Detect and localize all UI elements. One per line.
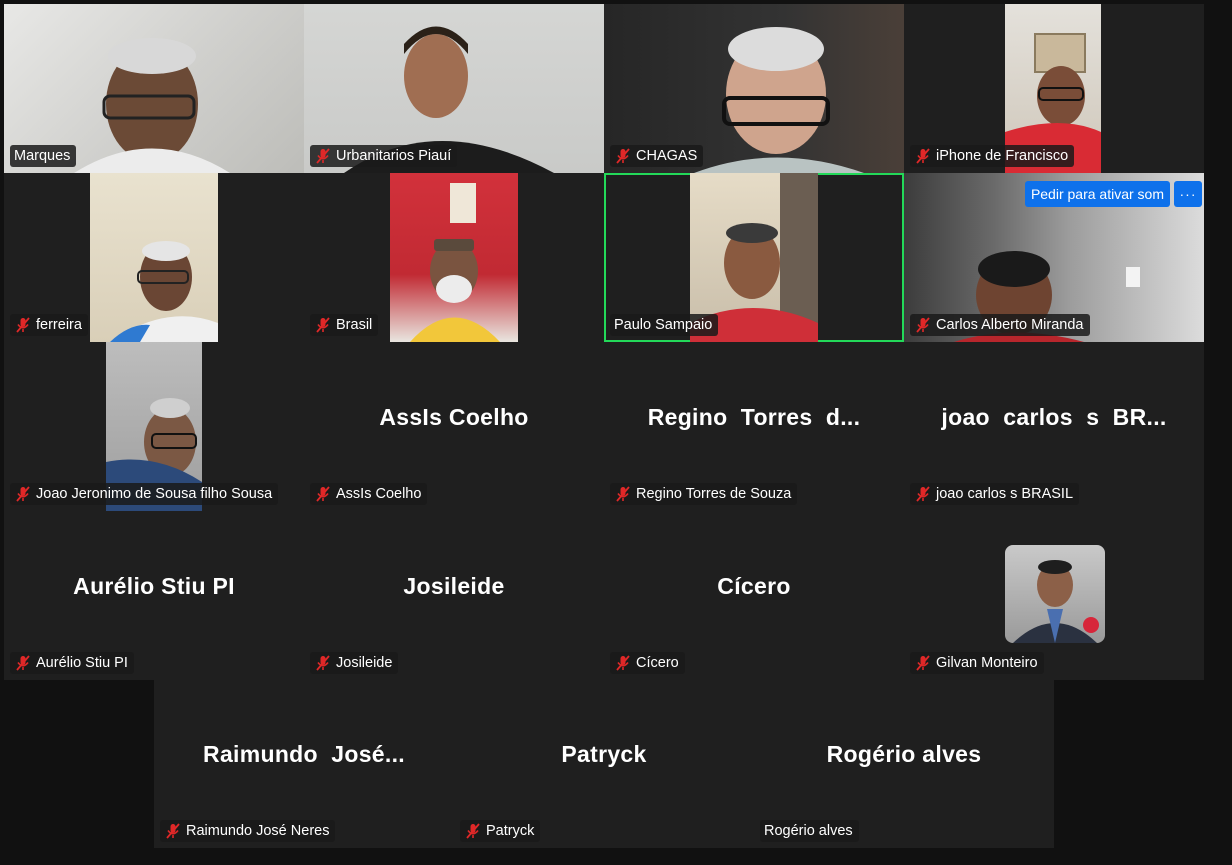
participant-display-name: Patryck bbox=[561, 741, 647, 767]
participant-name-label: Brasil bbox=[310, 314, 379, 336]
person-video bbox=[110, 241, 218, 342]
muted-mic-icon bbox=[16, 486, 30, 502]
participant-tile-joao-carlos[interactable]: joao carlos s BR... joao carlos s BRASIL bbox=[904, 342, 1204, 511]
participant-name-label: Regino Torres de Souza bbox=[610, 483, 798, 505]
participant-name-label: Urbanitarios Piauí bbox=[310, 145, 458, 167]
muted-mic-icon bbox=[916, 148, 930, 164]
participant-tile-carlos-alberto[interactable]: Pedir para ativar som ··· Carlos Alberto… bbox=[904, 173, 1204, 342]
muted-mic-icon bbox=[166, 823, 180, 839]
participant-name-label: Josileide bbox=[310, 652, 399, 674]
participant-name-label: Gilvan Monteiro bbox=[910, 652, 1044, 674]
participant-display-name: Raimundo José... bbox=[203, 741, 405, 767]
participant-name-label: Patryck bbox=[460, 820, 541, 842]
muted-mic-icon bbox=[616, 655, 630, 671]
participant-name-label: Rogério alves bbox=[760, 820, 859, 842]
participant-name-label: Raimundo José Neres bbox=[160, 820, 336, 842]
participant-tile-iphone-francisco[interactable]: iPhone de Francisco bbox=[904, 4, 1204, 173]
participant-tile-patryck[interactable]: Patryck Patryck bbox=[454, 679, 754, 848]
participant-tile-paulo-sampaio[interactable]: Paulo Sampaio bbox=[604, 173, 904, 342]
participant-name-label: Joao Jeronimo de Sousa filho Sousa bbox=[10, 483, 279, 505]
video-feed bbox=[390, 173, 518, 342]
participant-tile-chagas[interactable]: CHAGAS bbox=[604, 4, 904, 173]
participant-display-name: Cícero bbox=[717, 573, 791, 599]
participant-display-name: joao carlos s BR... bbox=[941, 404, 1167, 430]
muted-mic-icon bbox=[316, 655, 330, 671]
participant-tile-urbanitarios[interactable]: Urbanitarios Piauí bbox=[304, 4, 604, 173]
participant-tile-marques[interactable]: Marques bbox=[4, 4, 304, 173]
muted-mic-icon bbox=[16, 655, 30, 671]
muted-mic-icon bbox=[916, 317, 930, 333]
participant-tile-cicero[interactable]: Cícero Cícero bbox=[604, 511, 904, 680]
participant-name-label: ferreira bbox=[10, 314, 88, 336]
more-options-button[interactable]: ··· bbox=[1174, 181, 1202, 207]
video-feed bbox=[90, 173, 218, 342]
avatar-photo bbox=[1013, 560, 1099, 643]
participant-tile-josileide[interactable]: Josileide Josileide bbox=[304, 511, 604, 680]
participant-tile-gilvan[interactable]: Gilvan Monteiro bbox=[904, 511, 1204, 680]
muted-mic-icon bbox=[466, 823, 480, 839]
muted-mic-icon bbox=[916, 655, 930, 671]
participant-name-label: joao carlos s BRASIL bbox=[910, 483, 1080, 505]
participant-name-label: iPhone de Francisco bbox=[910, 145, 1075, 167]
participant-tile-joao-jeronimo[interactable]: Joao Jeronimo de Sousa filho Sousa bbox=[4, 342, 304, 511]
muted-mic-icon bbox=[316, 317, 330, 333]
participant-tile-ferreira[interactable]: ferreira bbox=[4, 173, 304, 342]
muted-mic-icon bbox=[916, 486, 930, 502]
participant-display-name: Rogério alves bbox=[826, 741, 982, 767]
participant-display-name: Josileide bbox=[403, 573, 505, 599]
participant-tile-raimundo[interactable]: Raimundo José... Raimundo José Neres bbox=[154, 679, 454, 848]
participant-name-label: Aurélio Stiu PI bbox=[10, 652, 134, 674]
participant-name-label: Cícero bbox=[610, 652, 685, 674]
participant-tile-regino-torres[interactable]: Regino Torres d... Regino Torres de Souz… bbox=[604, 342, 904, 511]
person-video bbox=[410, 183, 500, 342]
muted-mic-icon bbox=[316, 486, 330, 502]
participant-name-label: CHAGAS bbox=[610, 145, 704, 167]
ask-to-unmute-button[interactable]: Pedir para ativar som bbox=[1024, 181, 1170, 207]
participant-tile-assis-coelho[interactable]: AssIs Coelho AssIs Coelho bbox=[304, 342, 604, 511]
participant-display-name: Aurélio Stiu PI bbox=[73, 573, 235, 599]
muted-mic-icon bbox=[616, 486, 630, 502]
participant-display-name: Regino Torres d... bbox=[647, 404, 861, 430]
participant-tile-brasil[interactable]: Brasil bbox=[304, 173, 604, 342]
participant-tile-aurelio[interactable]: Aurélio Stiu PI Aurélio Stiu PI bbox=[4, 511, 304, 680]
participant-name-label: Paulo Sampaio bbox=[610, 314, 719, 336]
muted-mic-icon bbox=[16, 317, 30, 333]
participant-tile-rogerio[interactable]: Rogério alves Rogério alves bbox=[754, 679, 1054, 848]
muted-mic-icon bbox=[616, 148, 630, 164]
avatar bbox=[1005, 545, 1105, 643]
participant-name-label: Marques bbox=[10, 145, 77, 167]
participant-name-label: AssIs Coelho bbox=[310, 483, 428, 505]
muted-mic-icon bbox=[316, 148, 330, 164]
participant-name-label: Carlos Alberto Miranda bbox=[910, 314, 1090, 336]
participant-display-name: AssIs Coelho bbox=[379, 404, 529, 430]
